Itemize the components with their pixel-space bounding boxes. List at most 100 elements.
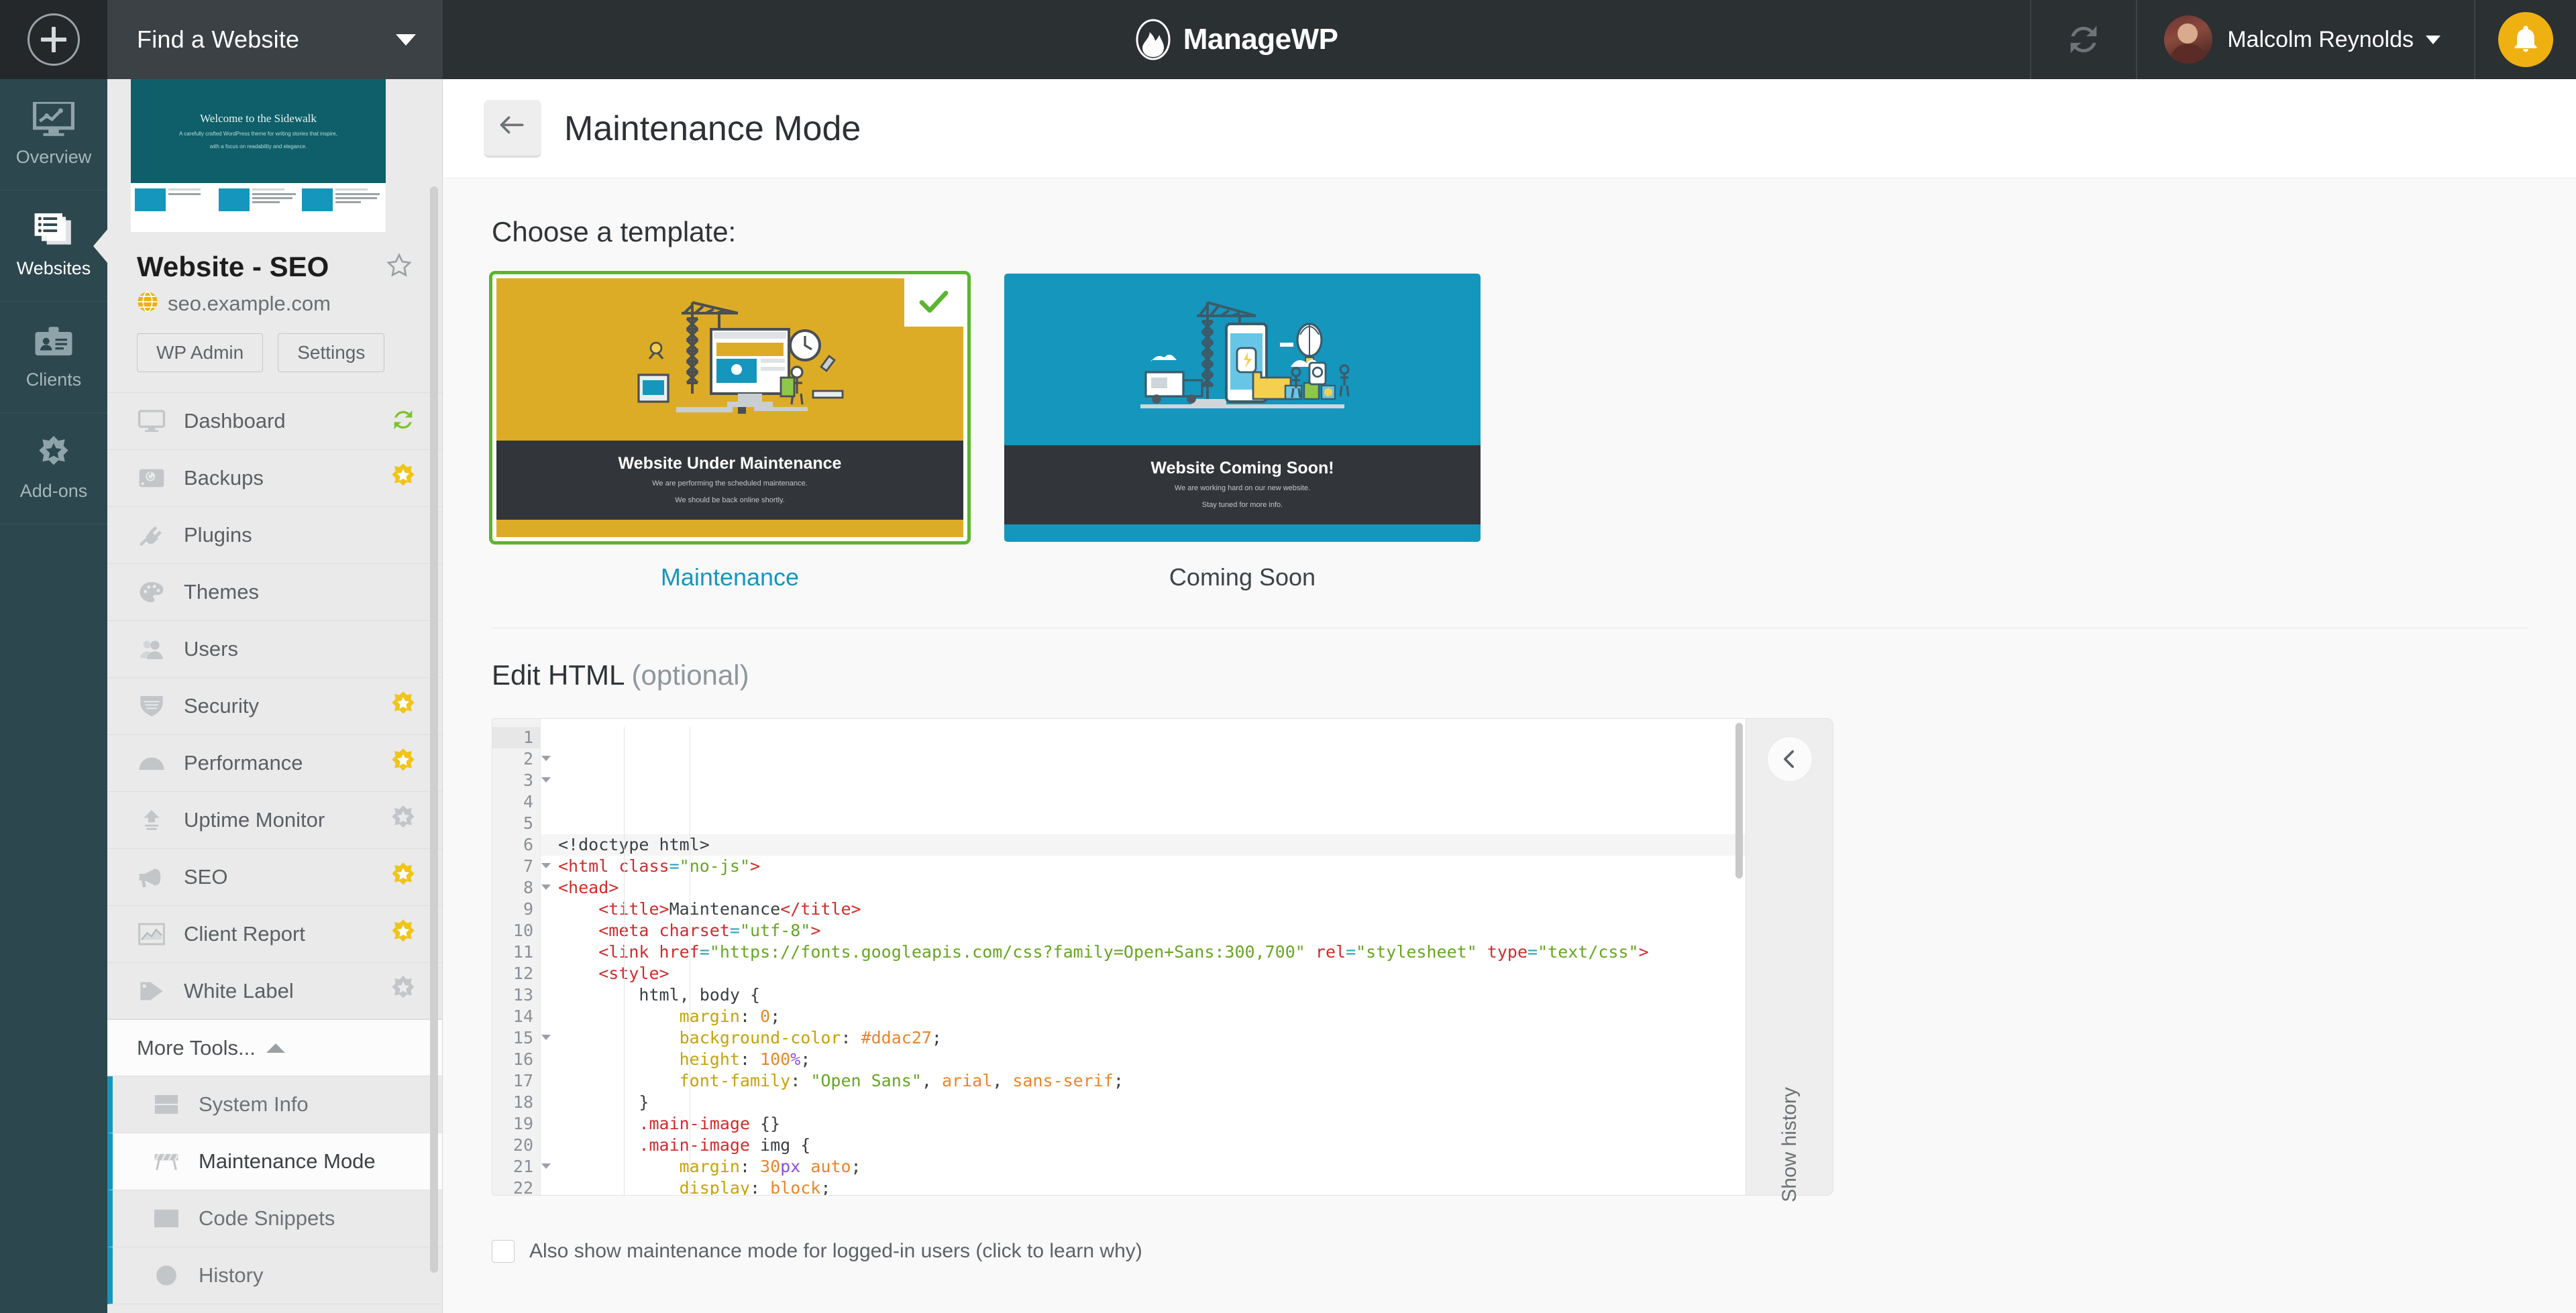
- sidebar-scrollbar[interactable]: [430, 186, 438, 1273]
- logged-in-users-label: Also show maintenance mode for logged-in…: [529, 1240, 1142, 1262]
- code-editor[interactable]: 1 2 3 4 5 6 7 8 9 10 11 12 13 14 15 16 17 18 19 20 21 22 <!do…: [492, 718, 1746, 1196]
- website-url[interactable]: seo.example.com: [168, 292, 331, 316]
- find-a-website-dropdown[interactable]: Find a Website: [107, 0, 443, 79]
- code-line: <title>Maintenance</title>: [598, 899, 861, 919]
- website-menu: Dashboard Backups Plugins Themes Users S…: [107, 392, 442, 1019]
- sidebar-item-uptime-monitor[interactable]: Uptime Monitor: [107, 791, 442, 848]
- report-chart-icon: [137, 923, 166, 946]
- palette-icon: [137, 581, 166, 604]
- sidebar-item-websites[interactable]: Websites: [0, 190, 107, 302]
- more-tools-toggle[interactable]: More Tools...: [107, 1019, 442, 1076]
- star-gold-badge-icon[interactable]: [390, 463, 417, 494]
- template-card-maintenance[interactable]: Website Under Maintenance We are perform…: [489, 271, 971, 545]
- users-icon: [137, 638, 166, 661]
- html-editor: 1 2 3 4 5 6 7 8 9 10 11 12 13 14 15 16 17 18 19 20 21 22 <!do…: [492, 718, 1833, 1202]
- star-gray-badge-icon[interactable]: [390, 805, 417, 836]
- line-number: 14: [513, 1007, 533, 1026]
- line-number: 7: [492, 856, 551, 877]
- template-name-coming-soon[interactable]: Coming Soon: [1004, 563, 1481, 591]
- sidebar-item-performance[interactable]: Performance: [107, 734, 442, 791]
- code-line: <link href="https://fonts.googleapis.com…: [598, 942, 1649, 962]
- backup-disk-icon: [137, 467, 166, 490]
- sync-button[interactable]: [2030, 0, 2138, 79]
- code-line: <html class="no-js">: [558, 856, 761, 876]
- star-gold-badge-icon[interactable]: [390, 691, 417, 722]
- add-website-button[interactable]: [0, 0, 107, 79]
- settings-button[interactable]: Settings: [278, 333, 385, 372]
- sidebar-item-client-report[interactable]: Client Report: [107, 905, 442, 962]
- star-gray-badge-icon[interactable]: [390, 976, 417, 1006]
- sidebar-item-dashboard[interactable]: Dashboard: [107, 392, 442, 449]
- code-line: .main-image img {: [639, 1135, 811, 1155]
- website-sidebar: Welcome to the Sidewalk A carefully craf…: [107, 79, 443, 1313]
- sidebar-item-label: Uptime Monitor: [184, 808, 325, 832]
- template-subline-2: Stay tuned for more info.: [1201, 500, 1283, 509]
- template-name-maintenance[interactable]: Maintenance: [492, 563, 968, 591]
- code-line: <style>: [598, 964, 669, 983]
- template-subline-1: We are performing the scheduled maintena…: [652, 479, 808, 488]
- sidebar-item-overview[interactable]: Overview: [0, 79, 107, 190]
- star-burst-icon: [35, 435, 72, 474]
- sidebar-item-security[interactable]: Security: [107, 677, 442, 734]
- template-subline-2: We should be back online shortly.: [675, 496, 785, 504]
- sidebar-item-maintenance-mode[interactable]: Maintenance Mode: [107, 1133, 442, 1190]
- sidebar-item-backups[interactable]: Backups: [107, 449, 442, 506]
- thumbnail-hero-subtitle-2: with a focus on readability and elegance…: [209, 143, 307, 150]
- sidebar-item-plugins[interactable]: Plugins: [107, 506, 442, 563]
- brand-logo[interactable]: ManageWP: [443, 0, 2030, 79]
- sidebar-item-addons[interactable]: Add-ons: [0, 413, 107, 524]
- sidebar-item-code-snippets[interactable]: Code Snippets: [107, 1190, 442, 1247]
- sidebar-item-system-info[interactable]: System Info: [107, 1076, 442, 1133]
- wp-admin-button[interactable]: WP Admin: [137, 333, 264, 372]
- upload-icon: [137, 809, 166, 832]
- line-number: 4: [523, 792, 533, 811]
- sidebar-item-users[interactable]: Users: [107, 620, 442, 677]
- sidebar-item-label: Client Report: [184, 922, 305, 946]
- line-number: 20: [513, 1135, 533, 1155]
- user-menu[interactable]: Malcolm Reynolds: [2137, 0, 2475, 79]
- star-outline-icon[interactable]: [386, 252, 413, 282]
- sidebar-item-label: Backups: [184, 466, 264, 490]
- line-number: 8: [492, 877, 551, 899]
- template-gallery: Website Under Maintenance We are perform…: [489, 271, 2528, 591]
- star-gold-badge-icon[interactable]: [390, 862, 417, 893]
- clock-icon: [152, 1265, 181, 1286]
- sidebar-item-label: Clients: [25, 369, 82, 390]
- code-line: <meta charset="utf-8">: [598, 921, 821, 940]
- line-number: 22: [513, 1178, 533, 1196]
- template-card-coming-soon[interactable]: Website Coming Soon! We are working hard…: [1004, 274, 1481, 542]
- sync-green-badge-icon[interactable]: [390, 406, 417, 437]
- logged-in-users-checkbox[interactable]: [492, 1240, 515, 1263]
- server-icon: [152, 1094, 181, 1115]
- plus-icon: [28, 13, 80, 66]
- logged-in-users-option[interactable]: Also show maintenance mode for logged-in…: [492, 1240, 2528, 1263]
- star-gold-badge-icon[interactable]: [390, 919, 417, 950]
- line-number: 16: [513, 1049, 533, 1069]
- code-line: margin: 0;: [679, 1007, 781, 1026]
- back-button[interactable]: [484, 99, 541, 158]
- sidebar-item-themes[interactable]: Themes: [107, 563, 442, 620]
- sidebar-item-white-label[interactable]: White Label: [107, 962, 442, 1019]
- history-toggle-button[interactable]: [1766, 736, 1813, 782]
- star-gold-badge-icon[interactable]: [390, 748, 417, 779]
- show-history-tab[interactable]: Show history: [1746, 718, 1833, 1202]
- notifications-button[interactable]: [2475, 0, 2576, 79]
- choose-template-label: Choose a template:: [492, 216, 737, 247]
- main-content: Maintenance Mode Choose a template: Webs…: [443, 79, 2576, 1313]
- code-line: margin: 30px auto;: [679, 1157, 861, 1176]
- template-headline: Website Under Maintenance: [618, 454, 842, 473]
- sidebar-item-label: Plugins: [184, 523, 252, 547]
- sidebar-item-seo[interactable]: SEO: [107, 848, 442, 905]
- chevron-left-icon: [1783, 750, 1794, 768]
- code-scrollbar[interactable]: [1735, 723, 1743, 878]
- terminal-icon: [152, 1208, 181, 1229]
- line-number: 11: [513, 942, 533, 962]
- sidebar-item-clients[interactable]: Clients: [0, 302, 107, 413]
- code-area[interactable]: <!doctype html> <html class="no-js"> <head…: [541, 719, 1746, 1195]
- check-icon: [919, 290, 949, 313]
- line-number: 10: [513, 921, 533, 940]
- sidebar-item-history[interactable]: History: [107, 1247, 442, 1304]
- sidebar-item-label: Security: [184, 694, 259, 718]
- sidebar-item-label: Add-ons: [19, 480, 88, 501]
- website-thumbnail[interactable]: Welcome to the Sidewalk A carefully craf…: [131, 79, 386, 232]
